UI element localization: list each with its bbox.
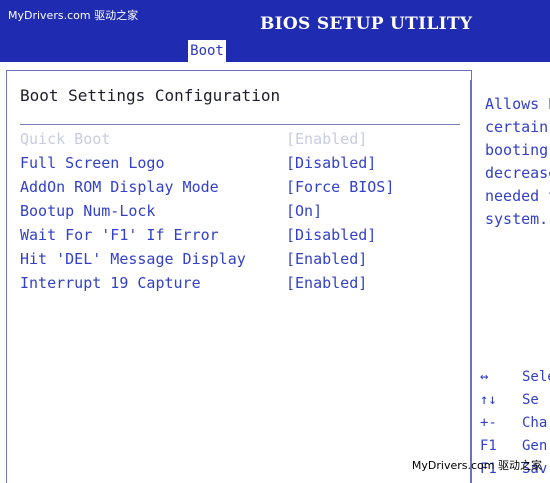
setting-row-full-screen-logo[interactable]: Full Screen Logo [Disabled] — [20, 152, 460, 174]
setting-row-bootup-num-lock[interactable]: Bootup Num-Lock [On] — [20, 200, 460, 222]
plus-minus-key: +- — [480, 415, 497, 431]
setting-label: Full Screen Logo — [20, 154, 165, 172]
key-row-select-item: ↑↓ Se — [478, 389, 550, 412]
setting-label: Interrupt 19 Capture — [20, 274, 201, 292]
help-line: system. — [485, 210, 549, 228]
title-bar: MyDrivers.com 驱动之家 BIOS SETUP UTILITY — [0, 0, 550, 40]
setting-value[interactable]: [On] — [286, 200, 322, 222]
key-row-change: +- Cha — [478, 412, 550, 435]
up-down-arrow-icon: ↑↓ — [480, 392, 497, 408]
setting-row-wait-for-f1[interactable]: Wait For 'F1' If Error [Disabled] — [20, 224, 460, 246]
setting-label: AddOn ROM Display Mode — [20, 178, 219, 196]
setting-value: [Enabled] — [286, 130, 368, 148]
help-line: Allows B — [485, 95, 550, 113]
watermark-top: MyDrivers.com 驱动之家 — [8, 9, 139, 22]
setting-label: Quick Boot — [20, 130, 111, 148]
key-row-general-help: F1 Gen — [478, 435, 550, 458]
setting-value[interactable]: [Enabled] — [286, 272, 367, 294]
setting-value[interactable]: [Disabled] — [286, 152, 376, 174]
setting-row-quick-boot: Quick Boot [Enabled] — [20, 128, 460, 150]
setting-row-addon-rom-display-mode[interactable]: AddOn ROM Display Mode [Force BIOS] — [20, 176, 460, 198]
setting-row-hit-del-message[interactable]: Hit 'DEL' Message Display [Enabled] — [20, 248, 460, 270]
help-line: needed t — [485, 187, 550, 205]
left-right-arrow-icon: ↔ — [480, 369, 489, 385]
f1-key: F1 — [480, 438, 497, 454]
setting-row-interrupt-19-capture[interactable]: Interrupt 19 Capture [Enabled] — [20, 272, 460, 294]
setting-label: Bootup Num-Lock — [20, 202, 156, 220]
setting-value[interactable]: [Force BIOS] — [286, 176, 394, 198]
help-text: Allows B certain booting. decrease neede… — [485, 93, 550, 231]
help-line: booting. — [485, 141, 550, 159]
setting-label: Hit 'DEL' Message Display — [20, 250, 246, 268]
key-desc: Gen — [522, 438, 548, 454]
key-desc: Se — [522, 392, 539, 408]
section-title: Boot Settings Configuration — [20, 86, 281, 105]
bios-title: BIOS SETUP UTILITY — [260, 14, 473, 34]
setting-value[interactable]: [Disabled] — [286, 224, 376, 246]
key-desc: Cha — [522, 415, 548, 431]
tab-boot[interactable]: Boot — [187, 40, 226, 62]
help-line: decrease — [485, 164, 550, 182]
help-line: certain — [485, 118, 549, 136]
key-desc: Sele — [522, 369, 550, 385]
key-row-select-screen: ↔ Sele — [478, 366, 550, 389]
setting-value[interactable]: [Enabled] — [286, 248, 367, 270]
tab-bar — [0, 40, 550, 62]
setting-label: Wait For 'F1' If Error — [20, 226, 219, 244]
watermark-bottom: MyDrivers.com 驱动之家 — [411, 459, 542, 472]
title-divider — [20, 124, 460, 125]
